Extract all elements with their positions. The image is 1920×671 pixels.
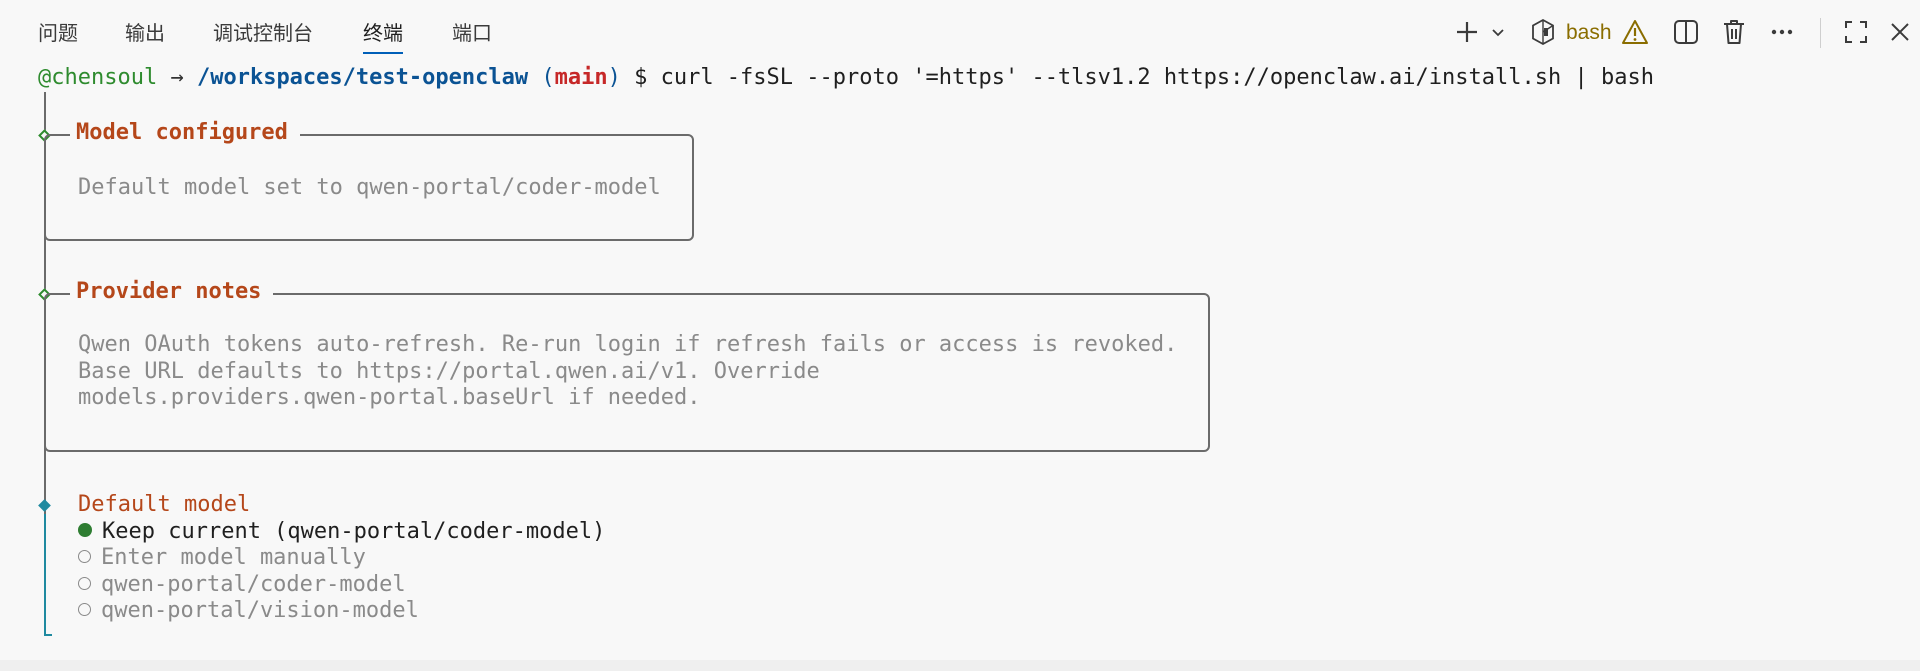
prompt-user: @chensoul <box>38 65 158 90</box>
model-option[interactable]: qwen-portal/vision-model <box>78 597 419 624</box>
panel-tab-bar: 问题 输出 调试控制台 终端 端口 bash <box>0 0 1920 64</box>
more-icon[interactable] <box>1766 14 1798 50</box>
shell-name-label[interactable]: bash <box>1566 18 1612 48</box>
model-option-label: qwen-portal/coder-model <box>101 572 406 597</box>
tab-debug-console[interactable]: 调试控制台 <box>213 18 313 48</box>
chevron-down-icon[interactable] <box>1487 14 1509 50</box>
model-option-label: Enter model manually <box>101 545 366 570</box>
prompt-line: @chensoul → /workspaces/test-openclaw (m… <box>38 64 1654 91</box>
model-option[interactable]: qwen-portal/coder-model <box>78 571 406 598</box>
tab-terminal[interactable]: 终端 <box>363 18 403 54</box>
provider-notes-title: Provider notes <box>70 278 274 305</box>
gutter-line-active <box>44 514 46 636</box>
gutter-line <box>44 92 46 132</box>
model-configured-title: Model configured <box>70 119 300 146</box>
terminal-shell-icon[interactable] <box>1528 14 1558 50</box>
model-option-label: qwen-portal/vision-model <box>101 598 419 623</box>
tab-output[interactable]: 输出 <box>125 18 165 48</box>
prompt-branch: main <box>554 65 608 90</box>
radio-unselected-icon <box>78 602 91 616</box>
tab-problems[interactable]: 问题 <box>38 18 78 48</box>
active-step-diamond-icon <box>38 499 51 512</box>
model-option[interactable]: Keep current (qwen-portal/coder-model) <box>78 518 605 545</box>
provider-notes-line: Base URL defaults to https://portal.qwen… <box>78 359 820 384</box>
status-strip <box>0 660 1920 671</box>
prompt-arrow: → <box>157 65 197 90</box>
radio-selected-icon <box>78 523 92 537</box>
provider-notes-line: Qwen OAuth tokens auto-refresh. Re-run l… <box>78 332 1178 357</box>
plus-icon[interactable] <box>1452 14 1482 50</box>
radio-unselected-icon <box>78 549 91 563</box>
model-option[interactable]: Enter model manually <box>78 544 366 571</box>
default-model-title: Default model <box>78 492 251 517</box>
provider-notes-line: models.providers.qwen-portal.baseUrl if … <box>78 385 701 410</box>
prompt-branch-close: ) <box>607 65 621 90</box>
maximize-icon[interactable] <box>1840 14 1872 50</box>
model-option-label: Keep current (qwen-portal/coder-model) <box>102 519 606 544</box>
radio-unselected-icon <box>78 576 91 590</box>
terminal-view[interactable]: @chensoul → /workspaces/test-openclaw (m… <box>0 64 1920 660</box>
prompt-path: /workspaces/test-openclaw <box>196 65 529 90</box>
gutter-line-end <box>44 634 52 636</box>
prompt-branch-open: ( <box>528 65 555 90</box>
split-icon[interactable] <box>1670 14 1702 50</box>
tab-ports[interactable]: 端口 <box>452 18 492 48</box>
warning-icon[interactable] <box>1620 14 1650 50</box>
toolbar-divider <box>1820 18 1821 48</box>
close-icon[interactable] <box>1884 14 1916 50</box>
model-configured-text: Default model set to qwen-portal/coder-m… <box>78 175 661 200</box>
prompt-command: $ curl -fsSL --proto '=https' --tlsv1.2 … <box>620 65 1654 90</box>
trash-icon[interactable] <box>1718 14 1750 50</box>
